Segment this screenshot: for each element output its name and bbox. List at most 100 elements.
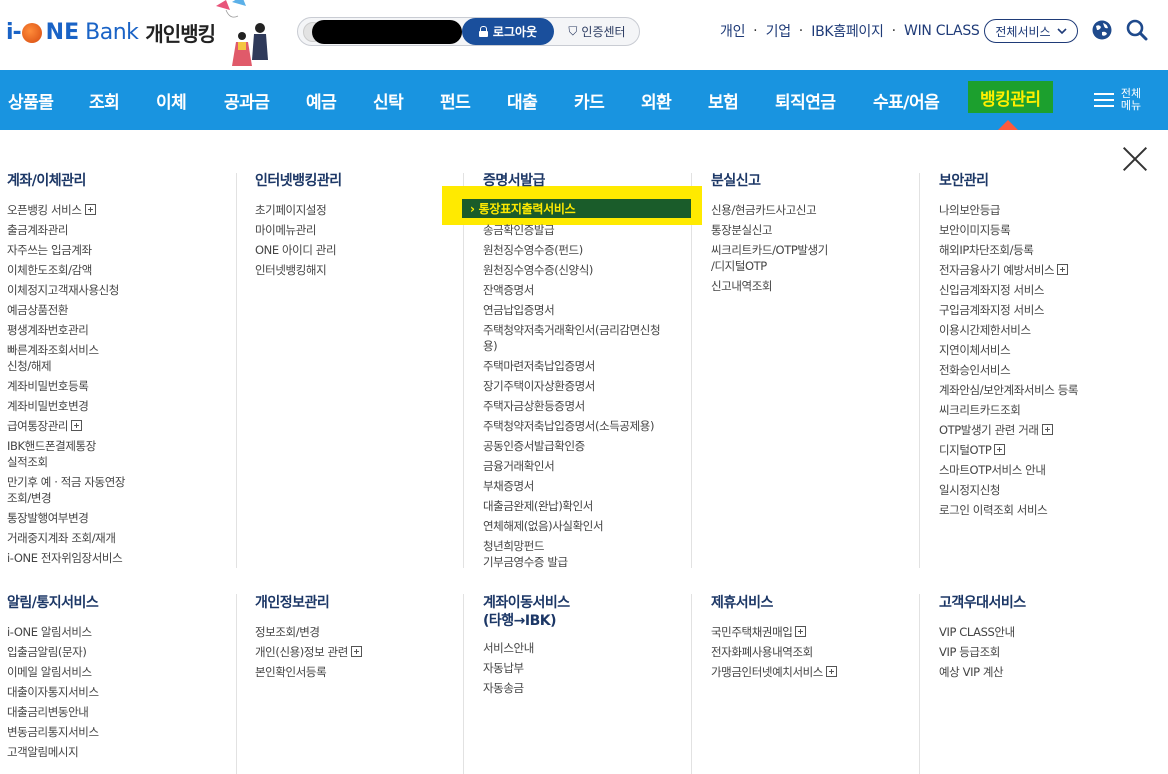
- menu-item[interactable]: 공동인증서발급확인증: [483, 438, 688, 454]
- nav-item-inquiry[interactable]: 조회: [89, 70, 120, 130]
- nav-item-deposit[interactable]: 예금: [306, 70, 337, 130]
- menu-item[interactable]: 일시정지신청: [939, 482, 1149, 498]
- menu-item[interactable]: 계좌안심/보안계좌서비스 등록: [939, 382, 1149, 398]
- menu-item[interactable]: 이체정지고객재사용신청: [7, 282, 227, 298]
- menu-item[interactable]: 거래중지계좌 조회/재개: [7, 530, 227, 546]
- expand-plus-icon[interactable]: [1057, 264, 1069, 275]
- expand-plus-icon[interactable]: [84, 204, 96, 215]
- menu-item[interactable]: 전화승인서비스: [939, 362, 1149, 378]
- menu-item[interactable]: 전자금융사기 예방서비스: [939, 262, 1149, 278]
- globe-icon[interactable]: [1091, 19, 1113, 41]
- nav-item-pension[interactable]: 퇴직연금: [775, 70, 836, 130]
- menu-item[interactable]: 자동납부: [483, 660, 688, 676]
- menu-item[interactable]: 국민주택채권매입: [711, 624, 911, 640]
- nav-item-loan[interactable]: 대출: [507, 70, 538, 130]
- menu-item[interactable]: 계좌비밀번호변경: [7, 398, 227, 414]
- menu-item[interactable]: 대출금리변동안내: [7, 704, 227, 720]
- menu-item[interactable]: 송금확인증발급: [483, 222, 688, 238]
- menu-item[interactable]: 금융거래확인서: [483, 458, 688, 474]
- menu-item[interactable]: 원천징수영수증(펀드): [483, 242, 688, 258]
- menu-item[interactable]: 주택마련저축납입증명서: [483, 358, 688, 374]
- menu-item[interactable]: ONE 아이디 관리: [255, 242, 455, 258]
- menu-item[interactable]: 지연이체서비스: [939, 342, 1149, 358]
- menu-item[interactable]: 자동송금: [483, 680, 688, 696]
- nav-item-forex[interactable]: 외환: [641, 70, 672, 130]
- menu-item[interactable]: 부채증명서: [483, 478, 688, 494]
- menu-item[interactable]: 대출금완제(완납)확인서: [483, 498, 688, 514]
- top-link-personal[interactable]: 개인: [720, 21, 745, 41]
- expand-plus-icon[interactable]: [1041, 424, 1053, 435]
- menu-item[interactable]: 마이메뉴관리: [255, 222, 455, 238]
- expand-plus-icon[interactable]: [795, 626, 807, 637]
- logout-button[interactable]: 로그아웃: [462, 18, 554, 45]
- close-icon[interactable]: [1122, 146, 1148, 172]
- menu-item[interactable]: 초기페이지설정: [255, 202, 455, 218]
- nav-item-insurance[interactable]: 보험: [708, 70, 739, 130]
- menu-item[interactable]: 보안이미지등록: [939, 222, 1149, 238]
- menu-item[interactable]: 청년희망펀드 기부금영수증 발급: [483, 538, 688, 570]
- search-icon[interactable]: [1125, 18, 1149, 42]
- menu-item[interactable]: 만기후 예 · 적금 자동연장 조회/변경: [7, 474, 227, 506]
- ibk-logo[interactable]: i- NE Bank 개인뱅킹: [6, 14, 216, 50]
- all-menu-button[interactable]: 전체 메뉴: [1094, 88, 1143, 112]
- menu-item[interactable]: 통장발행여부변경: [7, 510, 227, 526]
- menu-item[interactable]: 주택자금상환등증명서: [483, 398, 688, 414]
- menu-item[interactable]: 이체한도조회/감액: [7, 262, 227, 278]
- menu-item[interactable]: 변동금리통지서비스: [7, 724, 227, 740]
- menu-item[interactable]: 신용/현금카드사고신고: [711, 202, 911, 218]
- menu-item[interactable]: 구입금계좌지정 서비스: [939, 302, 1149, 318]
- menu-item[interactable]: 연체해제(없음)사실확인서: [483, 518, 688, 534]
- expand-plus-icon[interactable]: [825, 666, 837, 677]
- menu-item[interactable]: 씨크리트카드조회: [939, 402, 1149, 418]
- menu-item[interactable]: 서비스안내: [483, 640, 688, 656]
- menu-item[interactable]: 스마트OTP서비스 안내: [939, 462, 1149, 478]
- nav-item-product-mall[interactable]: 상품몰: [8, 70, 54, 130]
- menu-item[interactable]: 계좌비밀번호등록: [7, 378, 227, 394]
- cert-center-button[interactable]: ⛉ 인증센터: [556, 18, 638, 45]
- menu-item[interactable]: 신입금계좌지정 서비스: [939, 282, 1149, 298]
- menu-item[interactable]: i-ONE 전자위임장서비스: [7, 550, 227, 566]
- menu-item[interactable]: 잔액증명서: [483, 282, 688, 298]
- menu-item[interactable]: 자주쓰는 입금계좌: [7, 242, 227, 258]
- menu-item[interactable]: 디지털OTP: [939, 442, 1149, 458]
- menu-item[interactable]: 출금계좌관리: [7, 222, 227, 238]
- menu-item[interactable]: i-ONE 알림서비스: [7, 624, 227, 640]
- menu-item[interactable]: OTP발생기 관련 거래: [939, 422, 1149, 438]
- menu-item[interactable]: 급여통장관리: [7, 418, 227, 434]
- nav-item-utility[interactable]: 공과금: [224, 70, 270, 130]
- menu-item[interactable]: 가맹금인터넷예치서비스: [711, 664, 911, 680]
- menu-item[interactable]: 해외IP차단조회/등록: [939, 242, 1149, 258]
- menu-item[interactable]: 오픈뱅킹 서비스: [7, 202, 227, 218]
- menu-item[interactable]: 장기주택이자상환증명서: [483, 378, 688, 394]
- menu-item[interactable]: VIP CLASS안내: [939, 624, 1149, 640]
- menu-item[interactable]: 연금납입증명서: [483, 302, 688, 318]
- menu-item[interactable]: 신고내역조회: [711, 278, 911, 294]
- menu-item[interactable]: 평생계좌번호관리: [7, 322, 227, 338]
- menu-item[interactable]: 원천징수영수증(신양식): [483, 262, 688, 278]
- top-link-business[interactable]: 기업: [766, 21, 791, 41]
- menu-item[interactable]: 입출금알림(문자): [7, 644, 227, 660]
- menu-item[interactable]: 개인(신용)정보 관련: [255, 644, 455, 660]
- menu-item[interactable]: 통장분실신고: [711, 222, 911, 238]
- all-services-dropdown[interactable]: 전체서비스: [984, 19, 1078, 43]
- menu-item[interactable]: 이용시간제한서비스: [939, 322, 1149, 338]
- menu-item[interactable]: 본인확인서등록: [255, 664, 455, 680]
- menu-item[interactable]: 나의보안등급: [939, 202, 1149, 218]
- menu-item[interactable]: 주택청약저축납입증명서(소득공제용): [483, 418, 688, 434]
- menu-item[interactable]: 대출이자통지서비스: [7, 684, 227, 700]
- menu-item[interactable]: 빠른계좌조회서비스 신청/해제: [7, 342, 227, 374]
- menu-item[interactable]: 정보조회/변경: [255, 624, 455, 640]
- nav-item-check-bill[interactable]: 수표/어음: [873, 70, 940, 130]
- menu-item[interactable]: 예금상품전환: [7, 302, 227, 318]
- top-link-win-class[interactable]: WIN CLASS: [904, 23, 980, 39]
- menu-item[interactable]: 주택청약저축거래확인서(금리감면신청 용): [483, 322, 688, 354]
- nav-item-fund[interactable]: 펀드: [440, 70, 471, 130]
- menu-item[interactable]: 이메일 알림서비스: [7, 664, 227, 680]
- menu-item[interactable]: 로그인 이력조회 서비스: [939, 502, 1149, 518]
- menu-item[interactable]: 씨크리트카드/OTP발생기/디지털OTP: [711, 242, 911, 274]
- nav-item-banking-management[interactable]: 뱅킹관리: [968, 81, 1053, 113]
- menu-item[interactable]: 예상 VIP 계산: [939, 664, 1149, 680]
- menu-item[interactable]: 전자화폐사용내역조회: [711, 644, 911, 660]
- menu-item[interactable]: 고객알림메시지: [7, 744, 227, 760]
- menu-item[interactable]: VIP 등급조회: [939, 644, 1149, 660]
